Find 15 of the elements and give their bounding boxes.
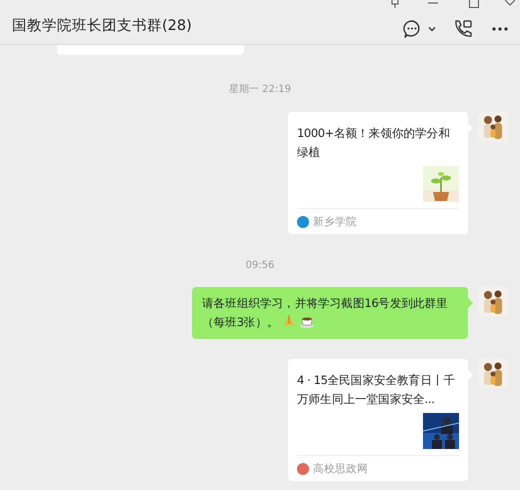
avatar[interactable] [478,287,508,317]
card-title: 1000+名额！来领你的学分和绿植 [297,125,451,161]
avatar[interactable] [478,359,508,389]
chat-bubble-icon[interactable] [402,19,422,39]
card-title: 4 · 15全民国家安全教育日丨千万师生同上一堂国家安全... [297,372,456,408]
source-name: 新乡学院 [313,214,357,228]
pin-icon[interactable] [390,0,400,8]
more-icon[interactable] [492,27,508,31]
maximize-icon[interactable] [469,0,479,8]
avatar[interactable] [478,112,508,142]
timestamp: 09:56 [246,260,274,271]
chat-title: 国教学院班长团支书群(28) [12,16,193,34]
timestamp: 星期一 22:19 [229,84,291,95]
caret-icon[interactable] [428,26,436,32]
source-name: 高校思政网 [313,462,368,476]
